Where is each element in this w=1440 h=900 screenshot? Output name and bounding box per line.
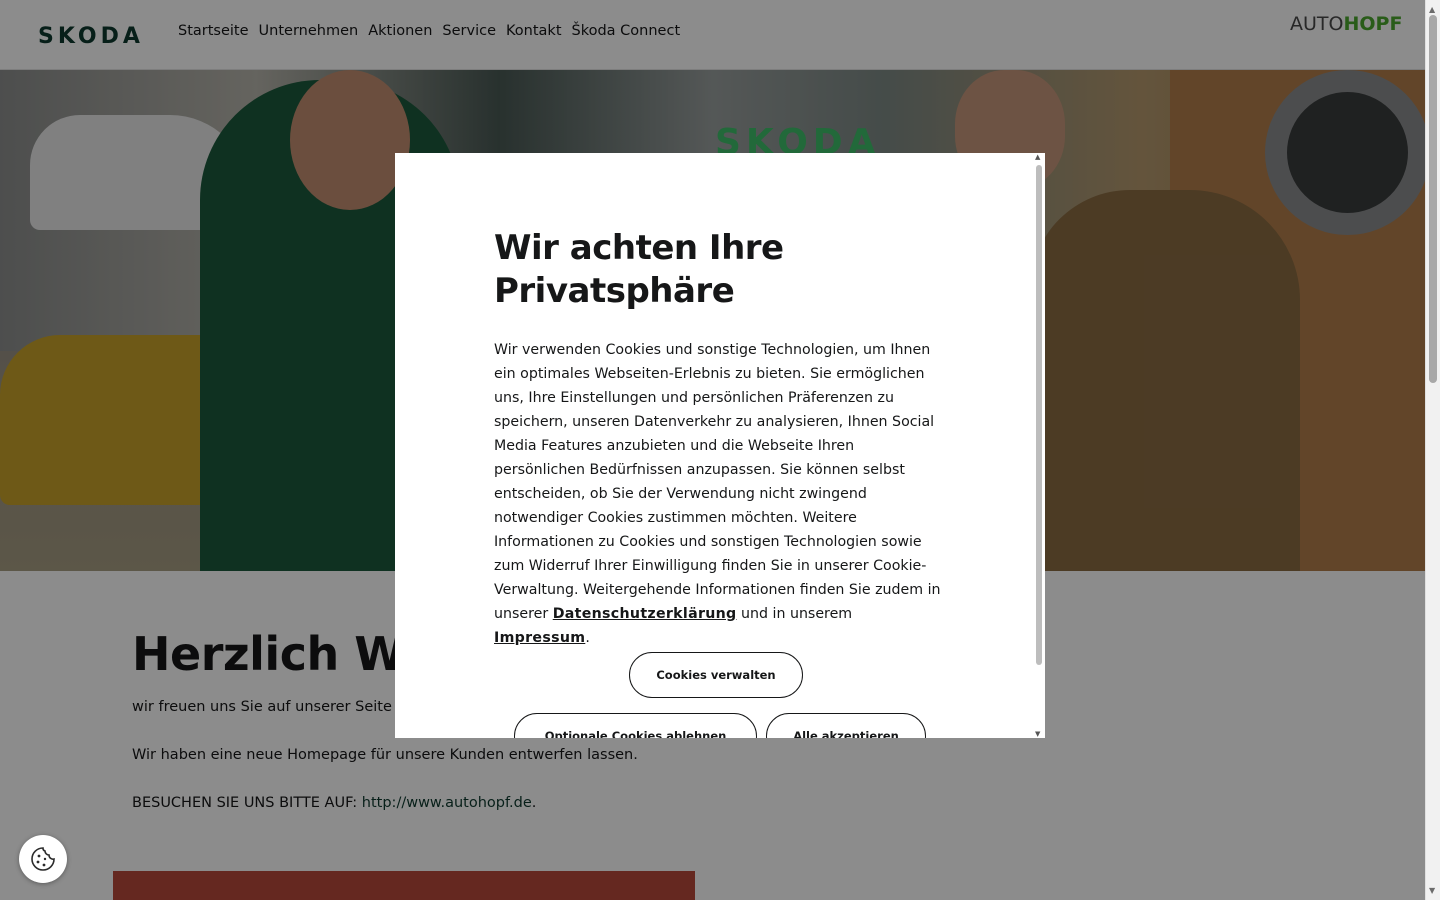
manage-cookies-button[interactable]: Cookies verwalten bbox=[629, 652, 803, 698]
cookie-dialog-title: Wir achten Ihre Privatsphäre bbox=[494, 228, 784, 311]
cookie-dialog-text: Wir verwenden Cookies und sonstige Techn… bbox=[494, 338, 942, 650]
cookie-settings-button[interactable] bbox=[19, 835, 67, 883]
cookie-dialog-end: . bbox=[585, 630, 590, 646]
privacy-policy-link[interactable]: Datenschutzerklärung bbox=[553, 606, 737, 622]
scroll-up-icon[interactable]: ▲ bbox=[1429, 5, 1435, 14]
decline-optional-cookies-button[interactable]: Optionale Cookies ablehnen bbox=[514, 713, 757, 738]
scroll-down-icon[interactable]: ▼ bbox=[1429, 886, 1435, 895]
imprint-link[interactable]: Impressum bbox=[494, 630, 585, 646]
dialog-scroll-thumb[interactable] bbox=[1036, 165, 1042, 665]
dialog-scroll-up-icon[interactable]: ▲ bbox=[1035, 153, 1040, 161]
cookie-dialog-middle: und in unserem bbox=[736, 606, 853, 622]
cookie-icon bbox=[31, 847, 55, 871]
dialog-scrollbar[interactable]: ▲ ▼ bbox=[1034, 153, 1045, 738]
page-scroll-thumb[interactable] bbox=[1429, 15, 1437, 383]
accept-all-button[interactable]: Alle akzeptieren bbox=[766, 713, 926, 738]
cookie-dialog-body: Wir verwenden Cookies und sonstige Techn… bbox=[494, 342, 941, 622]
page-scrollbar[interactable]: ▲ ▼ bbox=[1425, 0, 1440, 900]
cookie-consent-dialog: Wir achten Ihre Privatsphäre Wir verwend… bbox=[395, 153, 1045, 738]
dialog-scroll-down-icon[interactable]: ▼ bbox=[1035, 730, 1040, 738]
